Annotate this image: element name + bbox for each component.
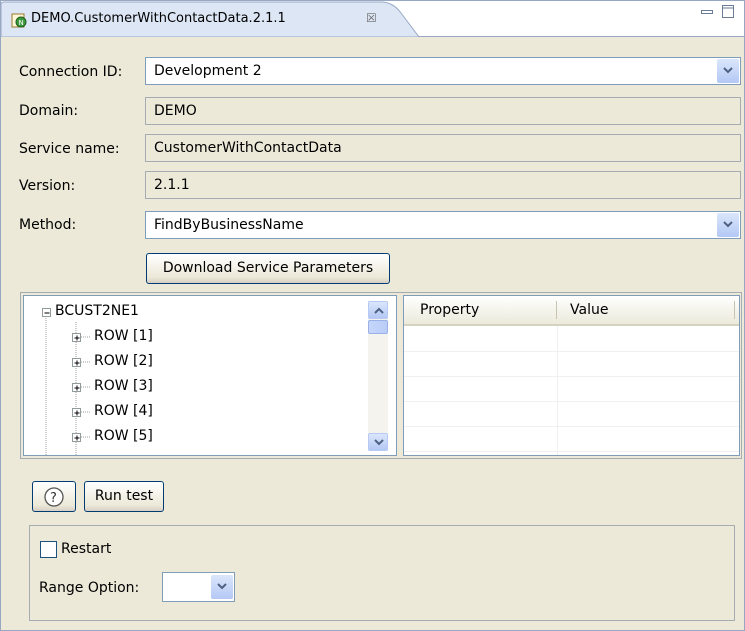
column-divider[interactable] — [734, 301, 735, 319]
column-divider[interactable] — [556, 301, 557, 319]
scroll-thumb[interactable] — [368, 320, 388, 334]
tree-row-node[interactable]: ROW [3] — [94, 378, 153, 394]
expand-icon[interactable] — [72, 333, 81, 342]
version-label: Version: — [19, 178, 76, 194]
range-option-label: Range Option: — [39, 580, 140, 596]
version-value: 2.1.1 — [154, 177, 190, 193]
svg-text:N: N — [19, 19, 24, 27]
help-button[interactable]: ? — [32, 481, 76, 512]
row-grid-line — [404, 426, 739, 427]
options-group — [29, 525, 735, 621]
row-grid-line — [404, 401, 739, 402]
connection-id-value: Development 2 — [154, 63, 262, 79]
expand-icon[interactable] — [72, 408, 81, 417]
tree-scrollbar[interactable] — [368, 301, 388, 451]
chevron-down-icon[interactable] — [211, 575, 233, 599]
tree-row-node[interactable]: ROW [1] — [94, 328, 153, 344]
tree-row-node[interactable]: ROW [5] — [94, 428, 153, 444]
domain-value: DEMO — [154, 103, 197, 119]
range-option-select[interactable] — [162, 572, 235, 602]
domain-field: DEMO — [145, 97, 741, 125]
version-field: 2.1.1 — [145, 171, 741, 199]
chevron-down-icon[interactable] — [717, 59, 739, 83]
properties-table[interactable]: Property Value — [403, 295, 740, 456]
column-header-value[interactable]: Value — [570, 302, 608, 318]
tree-guide-lines — [45, 318, 90, 455]
connection-id-select[interactable]: Development 2 — [145, 57, 741, 85]
row-grid-line — [404, 351, 739, 352]
editor-frame: N DEMO.CustomerWithContactData.2.1.1 ☒ C… — [0, 0, 745, 631]
connection-id-label: Connection ID: — [19, 64, 123, 80]
restart-checkbox[interactable] — [40, 541, 57, 558]
minimize-icon[interactable] — [701, 5, 713, 14]
row-grid-line — [404, 451, 739, 452]
scroll-down-icon[interactable] — [368, 433, 388, 451]
restart-label[interactable]: Restart — [61, 541, 111, 557]
expand-icon[interactable] — [72, 433, 81, 442]
download-service-parameters-button[interactable]: Download Service Parameters — [146, 253, 390, 284]
tab-title: DEMO.CustomerWithContactData.2.1.1 — [31, 11, 286, 26]
chevron-down-icon[interactable] — [717, 213, 739, 237]
properties-header: Property Value — [404, 296, 739, 326]
service-name-label: Service name: — [19, 141, 120, 157]
service-icon: N — [11, 12, 27, 28]
column-grid-line — [557, 326, 558, 455]
expand-icon[interactable] — [72, 383, 81, 392]
method-select[interactable]: FindByBusinessName — [145, 211, 741, 239]
svg-text:?: ? — [50, 491, 57, 506]
close-icon[interactable]: ☒ — [366, 11, 377, 25]
method-value: FindByBusinessName — [154, 217, 304, 233]
help-icon: ? — [44, 487, 64, 507]
tab-service-editor[interactable]: N DEMO.CustomerWithContactData.2.1.1 ☒ — [1, 1, 421, 37]
service-name-value: CustomerWithContactData — [154, 140, 342, 156]
maximize-icon[interactable] — [722, 5, 734, 18]
result-tree[interactable]: BCUST2NE1 ROW [1] ROW [2] ROW [3] ROW [4… — [23, 295, 397, 456]
row-grid-line — [404, 376, 739, 377]
column-header-property[interactable]: Property — [420, 302, 479, 318]
service-name-field: CustomerWithContactData — [145, 134, 741, 162]
tree-row-node[interactable]: ROW [4] — [94, 403, 153, 419]
method-label: Method: — [19, 217, 77, 233]
expand-icon[interactable] — [72, 358, 81, 367]
scroll-up-icon[interactable] — [368, 301, 388, 319]
run-test-button[interactable]: Run test — [84, 481, 164, 512]
tab-bar: N DEMO.CustomerWithContactData.2.1.1 ☒ — [1, 1, 744, 37]
domain-label: Domain: — [19, 103, 79, 119]
tree-row-node[interactable]: ROW [2] — [94, 353, 153, 369]
